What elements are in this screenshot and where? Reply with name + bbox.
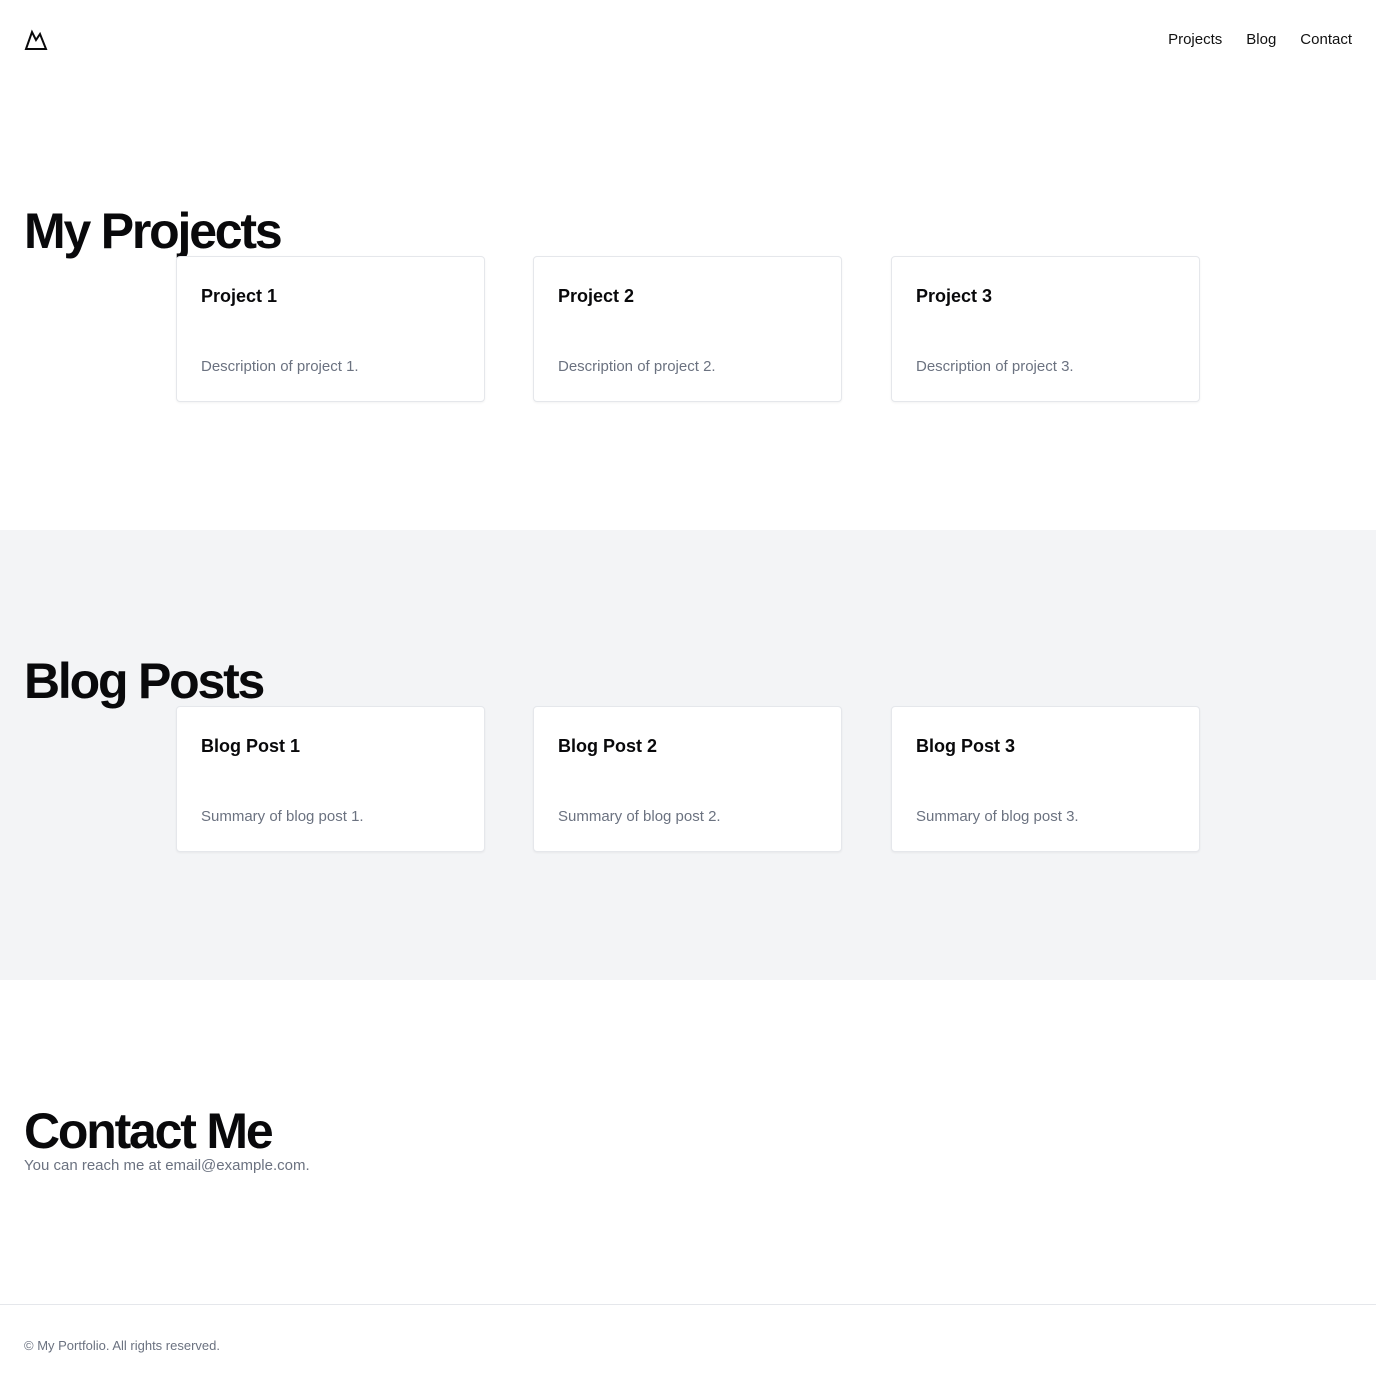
blog-post-title: Blog Post 1 [201, 736, 301, 756]
blog-post-summary: Summary of blog post 2. [558, 808, 721, 825]
project-card-description: Description of project 2. [558, 358, 716, 375]
mountain-icon [24, 29, 48, 50]
project-card[interactable]: Project 2 Description of project 2. [533, 256, 842, 402]
blog-heading: Blog Posts [24, 653, 265, 709]
main-nav: Projects Blog Contact [1168, 30, 1352, 50]
project-card[interactable]: Project 1 Description of project 1. [176, 256, 485, 402]
blog-post-summary: Summary of blog post 1. [201, 808, 364, 825]
blog-card-grid: Blog Post 1 Summary of blog post 1. Blog… [176, 706, 1200, 852]
blog-section: Blog Posts Blog Post 1 Summary of blog p… [0, 530, 1376, 980]
nav-link-projects[interactable]: Projects [1168, 30, 1222, 50]
footer-copyright: © My Portfolio. All rights reserved. [24, 1338, 220, 1353]
contact-heading: Contact Me [24, 1103, 274, 1159]
contact-section: Contact Me You can reach me at email@exa… [0, 980, 1376, 1304]
blog-post-title: Blog Post 3 [916, 736, 1016, 756]
projects-card-grid: Project 1 Description of project 1. Proj… [176, 256, 1200, 402]
blog-post-card[interactable]: Blog Post 2 Summary of blog post 2. [533, 706, 842, 852]
projects-section: My Projects Project 1 Description of pro… [0, 80, 1376, 530]
project-card-title: Project 2 [558, 286, 635, 306]
project-card[interactable]: Project 3 Description of project 3. [891, 256, 1200, 402]
blog-post-title: Blog Post 2 [558, 736, 658, 756]
blog-post-card[interactable]: Blog Post 1 Summary of blog post 1. [176, 706, 485, 852]
site-header: Projects Blog Contact [0, 0, 1376, 80]
project-card-title: Project 1 [201, 286, 278, 306]
nav-link-contact[interactable]: Contact [1300, 30, 1352, 50]
nav-link-blog[interactable]: Blog [1246, 30, 1276, 50]
project-card-description: Description of project 1. [201, 358, 359, 375]
projects-heading: My Projects [24, 203, 283, 259]
site-footer: © My Portfolio. All rights reserved. [0, 1304, 1376, 1384]
blog-post-summary: Summary of blog post 3. [916, 808, 1079, 825]
project-card-title: Project 3 [916, 286, 993, 306]
contact-text: You can reach me at email@example.com. [24, 1157, 310, 1174]
project-card-description: Description of project 3. [916, 358, 1074, 375]
blog-post-card[interactable]: Blog Post 3 Summary of blog post 3. [891, 706, 1200, 852]
